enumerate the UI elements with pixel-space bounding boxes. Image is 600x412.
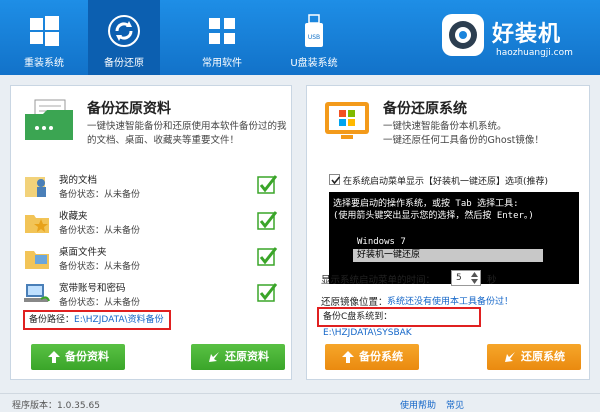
backup-system-path-box: 备份C盘系统到： E:\HZJDATA\SYSBAK (317, 307, 481, 338)
network-account-icon (24, 284, 50, 302)
desc-line: 的文档、桌面、收藏夹等重要文件！ (87, 135, 240, 146)
terminal-line: (使用箭头键突出显示您的选择，然后按 Enter。) (333, 211, 534, 221)
panel-description: 一键快速智能备份和还原使用本软件备份过的我 的文档、桌面、收藏夹等重要文件！ (87, 120, 287, 148)
brand-logo-icon (442, 14, 484, 56)
boot-time-value: 5 (456, 273, 462, 283)
faq-link[interactable]: 常见 (446, 398, 464, 411)
document-folder-icon (25, 99, 73, 140)
item-name: 宽带账号和密码 (59, 283, 126, 294)
button-label: 备份资料 (65, 350, 109, 363)
panel-description: 一键快速智能备份本机系统。 一键还原任何工具备份的Ghost镜像！ (383, 120, 544, 148)
terminal-os-selected: 好装机一键还原 (353, 249, 543, 262)
nav-label: 备份还原 (104, 58, 144, 69)
item-name: 桌面文件夹 (59, 247, 107, 258)
list-item: 桌面文件夹 备份状态：从未备份 (23, 242, 283, 276)
backup-path-box: 备份路径：E:\HZJDATA\资料备份 (23, 310, 171, 330)
checkmark-icon[interactable] (257, 210, 279, 232)
backup-system-button[interactable]: 备份系统 (325, 344, 419, 370)
restore-arrow-icon (505, 352, 515, 362)
desc-line: 一键快速智能备份本机系统。 (383, 121, 507, 132)
checkmark-icon[interactable] (257, 246, 279, 268)
backup-data-button[interactable]: 备份资料 (31, 344, 125, 370)
boot-menu-checkbox[interactable] (329, 174, 341, 185)
panel-title: 备份还原系统 (383, 101, 467, 117)
item-status: 备份状态：从未备份 (59, 190, 141, 200)
grid-apps-icon (209, 18, 235, 44)
checkmark-icon[interactable] (257, 174, 279, 196)
nav-label: 常用软件 (202, 58, 242, 69)
restore-image-label: 还原镜像位置： (321, 297, 388, 308)
item-status: 备份状态：从未备份 (59, 226, 141, 236)
usb-drive-icon: USB (305, 14, 323, 47)
refresh-icon (108, 15, 140, 47)
checkmark-icon[interactable] (257, 282, 279, 304)
item-status: 备份状态：从未备份 (59, 298, 141, 308)
button-label: 还原资料 (225, 350, 269, 363)
favorites-folder-icon (25, 215, 49, 233)
nav-usb-install[interactable]: USB U盘装系统 (278, 0, 350, 75)
item-name: 收藏夹 (59, 211, 88, 222)
restore-system-button[interactable]: 还原系统 (487, 344, 581, 370)
desc-line: 一键快速智能备份和还原使用本软件备份过的我 (87, 121, 287, 132)
my-documents-icon (25, 177, 46, 197)
button-label: 备份系统 (359, 350, 403, 363)
list-item: 收藏夹 备份状态：从未备份 (23, 206, 283, 240)
boot-time-label: 显示系统启动菜单的时间： (321, 275, 436, 286)
brand-name: 好装机 (492, 22, 562, 47)
nav-label: 重装系统 (24, 58, 64, 69)
list-item: 宽带账号和密码 备份状态：从未备份 (23, 278, 283, 312)
boot-time-stepper[interactable]: 5 (451, 270, 481, 286)
button-label: 还原系统 (521, 350, 565, 363)
brand: 好装机 haozhuangji.com (440, 10, 590, 65)
restore-image-link[interactable]: 系统还没有使用本工具备份过！ (387, 294, 513, 307)
brand-domain: haozhuangji.com (496, 48, 573, 58)
list-item: 我的文档 备份状态：从未备份 (23, 170, 283, 204)
windows-logo-icon (30, 16, 59, 46)
status-bar: 程序版本：1.0.35.65 使用帮助 常见 (0, 393, 600, 412)
checkmark-icon (331, 176, 341, 185)
nav-backup-restore[interactable]: 备份还原 (88, 0, 160, 75)
terminal-line: 选择要启动的操作系统，或按 Tab 选择工具: (333, 199, 519, 209)
item-status: 备份状态：从未备份 (59, 262, 141, 272)
usb-icon-text: USB (308, 34, 320, 41)
backup-to-label: 备份C盘系统到： (323, 312, 393, 322)
nav-reinstall-system[interactable]: 重装系统 (8, 0, 80, 75)
nav-label: U盘装系统 (290, 58, 338, 69)
backup-path-link[interactable]: E:\HZJDATA\资料备份 (74, 315, 164, 325)
panel-title: 备份还原资料 (87, 101, 171, 117)
help-link[interactable]: 使用帮助 (400, 398, 436, 411)
item-name: 我的文档 (59, 175, 98, 186)
desktop-folder-icon (25, 251, 49, 269)
boot-menu-checkbox-label: 在系统启动菜单显示【好装机一键还原】选项(推荐) (343, 177, 549, 187)
desc-line: 一键还原任何工具备份的Ghost镜像！ (383, 135, 544, 146)
version-text: 程序版本：1.0.35.65 (12, 401, 100, 411)
terminal-os-option: Windows 7 (357, 237, 406, 247)
boot-time-unit: 秒 (487, 275, 497, 286)
backup-system-panel: 备份还原系统 一键快速智能备份本机系统。 一键还原任何工具备份的Ghost镜像！… (306, 85, 590, 380)
restore-arrow-icon (209, 352, 219, 362)
backup-path-label: 备份路径： (29, 315, 75, 325)
restore-data-button[interactable]: 还原资料 (191, 344, 285, 370)
nav-common-software[interactable]: 常用软件 (186, 0, 258, 75)
arrow-up-icon (342, 351, 354, 363)
backup-to-link[interactable]: E:\HZJDATA\SYSBAK (323, 328, 412, 338)
arrow-up-icon (48, 351, 60, 363)
backup-data-panel: 备份还原资料 一键快速智能备份和还原使用本软件备份过的我 的文档、桌面、收藏夹等… (10, 85, 292, 380)
windows-monitor-icon (325, 102, 369, 139)
spinner-arrows-icon[interactable] (471, 272, 478, 284)
top-nav-bar: 重装系统 备份还原 常用软件 USB U盘装系统 好装机 haozhuangji… (0, 0, 600, 75)
